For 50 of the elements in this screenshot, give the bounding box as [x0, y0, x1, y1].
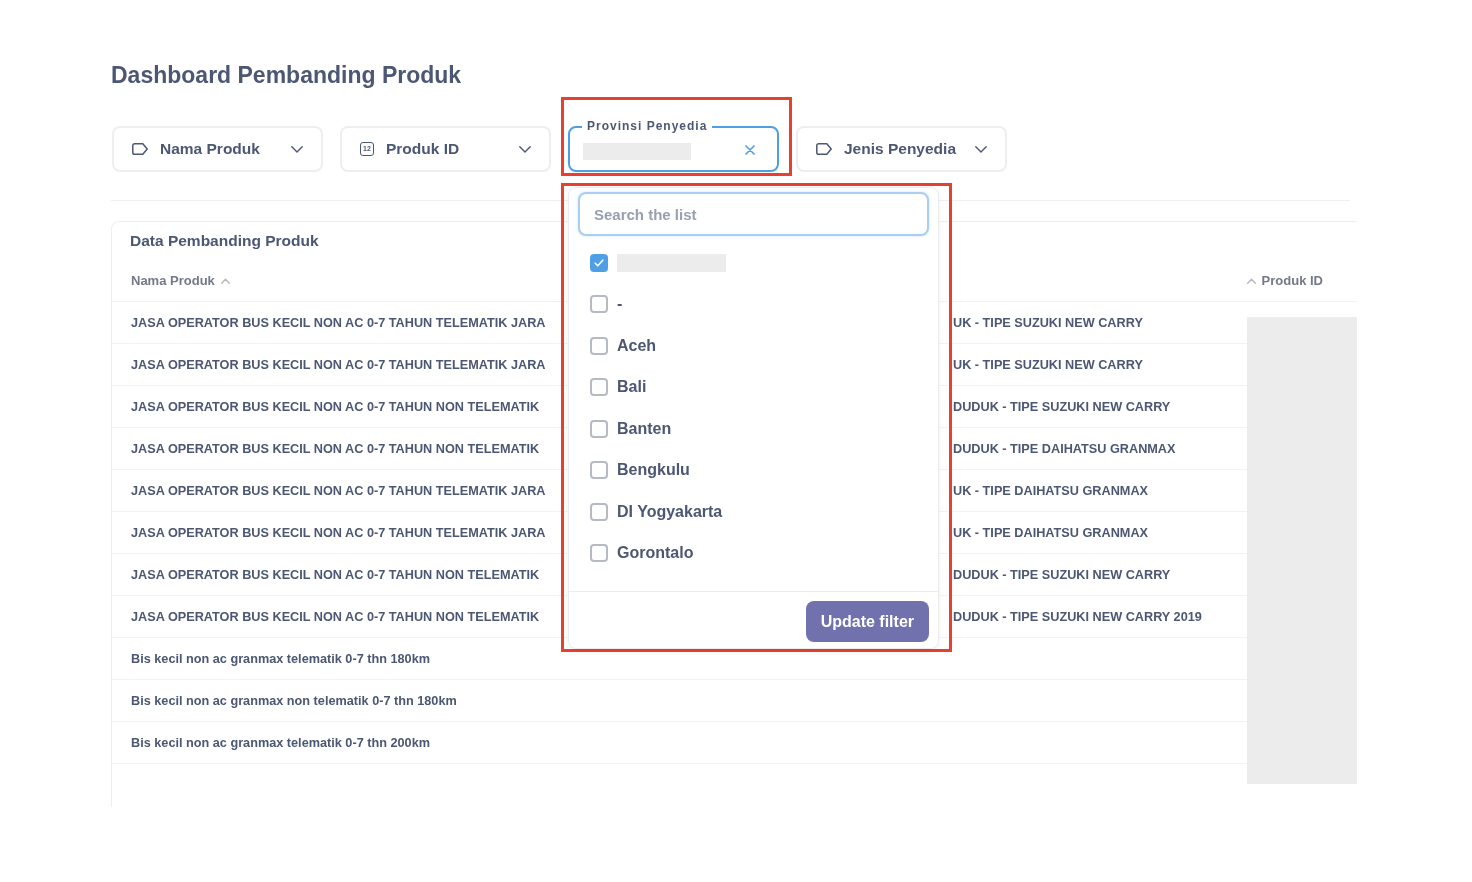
- checkbox[interactable]: [590, 502, 608, 521]
- table-cell: DUDUK - TIPE SUZUKI NEW CARRY: [953, 399, 1171, 414]
- table-cell: JASA OPERATOR BUS KECIL NON AC 0-7 TAHUN TELEMATIK JARA: [131, 357, 546, 372]
- table-cell: JASA OPERATOR BUS KECIL NON AC 0-7 TAHUN TELEMATIK JARA: [131, 483, 546, 498]
- table-cell: JASA OPERATOR BUS KECIL NON AC 0-7 TAHUN NON TELEMATIK: [131, 567, 540, 582]
- checkbox[interactable]: [590, 461, 608, 480]
- close-icon[interactable]: [745, 145, 755, 155]
- table-cell: JASA OPERATOR BUS KECIL NON AC 0-7 TAHUN TELEMATIK JARA: [131, 525, 546, 540]
- page-title: Dashboard Pembanding Produk: [111, 61, 462, 89]
- filter-dropdown[interactable]: Jenis Penyedia: [796, 126, 1007, 172]
- chevron-down-icon: [291, 145, 303, 153]
- option-label: Banten: [617, 418, 672, 439]
- table-title: Data Pembanding Produk: [130, 231, 319, 251]
- option-label: Bali: [617, 377, 647, 398]
- table-cell: UK - TIPE DAIHATSU GRANMAX: [953, 483, 1148, 498]
- tag-icon: [816, 143, 832, 155]
- checkbox[interactable]: [590, 544, 608, 563]
- field-label: Provinsi Penyedia: [582, 118, 713, 134]
- table-cell: DUDUK - TIPE DAIHATSU GRANMAX: [953, 441, 1176, 456]
- checkbox[interactable]: [590, 253, 608, 272]
- checkbox[interactable]: [590, 336, 608, 355]
- checkbox[interactable]: [590, 419, 608, 438]
- table-cell: JASA OPERATOR BUS KECIL NON AC 0-7 TAHUN TELEMATIK JARA: [131, 315, 546, 330]
- tag-icon: [132, 143, 148, 155]
- checkbox[interactable]: [590, 378, 608, 397]
- filter-dropdown[interactable]: Nama Produk: [112, 126, 323, 172]
- chevron-down-icon: [975, 145, 987, 153]
- table-cell: Bis kecil non ac granmax non telematik 0-7 thn 180km: [131, 693, 457, 708]
- table-cell: Bis kecil non ac granmax telematik 0-7 thn 180km: [131, 651, 430, 666]
- chevron-down-icon: [519, 145, 531, 153]
- table-cell: JASA OPERATOR BUS KECIL NON AC 0-7 TAHUN NON TELEMATIK: [131, 609, 540, 624]
- update-filter-button[interactable]: Update filter: [805, 601, 929, 642]
- table-cell: DUDUK - TIPE SUZUKI NEW CARRY 2019: [953, 609, 1202, 624]
- table-cell: JASA OPERATOR BUS KECIL NON AC 0-7 TAHUN NON TELEMATIK: [131, 441, 540, 456]
- table-cell: UK - TIPE DAIHATSU GRANMAX: [953, 525, 1148, 540]
- table-cell: DUDUK - TIPE SUZUKI NEW CARRY: [953, 567, 1171, 582]
- table-cell: UK - TIPE SUZUKI NEW CARRY: [953, 357, 1143, 372]
- option-label: DI Yogyakarta: [617, 501, 723, 522]
- column-header[interactable]: Nama Produk: [131, 273, 230, 289]
- option-label: Bengkulu: [617, 460, 690, 481]
- table-cell: UK - TIPE SUZUKI NEW CARRY: [953, 315, 1143, 330]
- option-label: Gorontalo: [617, 543, 694, 564]
- table-cell: Bis kecil non ac granmax telematik 0-7 thn 200km: [131, 735, 430, 750]
- column-header[interactable]: Produk ID: [1246, 273, 1323, 289]
- option-label: -: [617, 294, 623, 315]
- table-cell: JASA OPERATOR BUS KECIL NON AC 0-7 TAHUN NON TELEMATIK: [131, 399, 540, 414]
- option-label: Aceh: [617, 335, 657, 356]
- check-icon: [594, 258, 604, 267]
- search-field[interactable]: Search the list: [578, 192, 929, 236]
- checkbox[interactable]: [590, 295, 608, 314]
